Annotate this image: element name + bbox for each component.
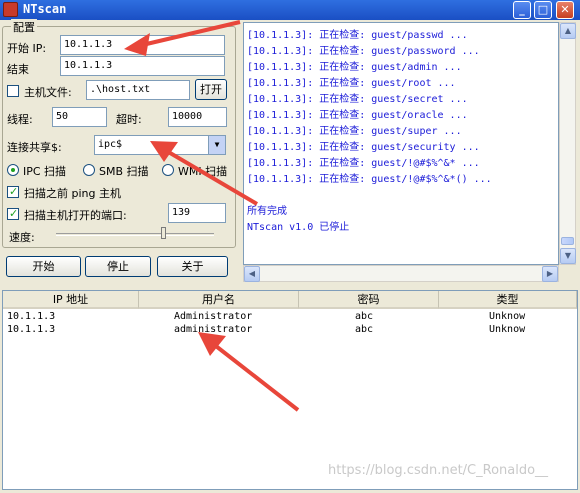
chevron-down-icon[interactable]: ▼ [208, 136, 225, 154]
start-button[interactable]: 开始 [6, 256, 81, 277]
port-input[interactable]: 139 [168, 203, 226, 223]
row-username: Administrator [174, 311, 253, 322]
scroll-down-icon[interactable]: ▼ [560, 248, 576, 264]
speed-slider-track[interactable] [56, 233, 214, 236]
speed-slider-thumb[interactable] [161, 227, 166, 239]
smb-scan-radio[interactable] [83, 164, 95, 176]
share-select-value: ipc$ [98, 139, 123, 150]
log-line: 所有完成 [247, 206, 287, 217]
ipc-scan-radio[interactable] [7, 164, 19, 176]
share-label: 连接共享$: [7, 141, 62, 154]
config-group-title: 配置 [11, 19, 37, 35]
smb-scan-label: SMB 扫描 [99, 165, 149, 178]
speed-label: 速度: [9, 231, 35, 244]
column-header-password[interactable]: 密码 [299, 291, 439, 309]
log-line: [10.1.1.3]: 正在检查: guest/admin ... [247, 62, 462, 73]
column-header-type[interactable]: 类型 [439, 291, 577, 309]
log-line: [10.1.1.3]: 正在检查: guest/password ... [247, 46, 480, 57]
end-ip-input[interactable]: 10.1.1.3 [60, 56, 225, 76]
log-line: [10.1.1.3]: 正在检查: guest/root ... [247, 78, 456, 89]
timeout-input[interactable]: 10000 [168, 107, 227, 127]
log-line: [10.1.1.3]: 正在检查: guest/security ... [247, 142, 480, 153]
log-line: [10.1.1.3]: 正在检查: guest/secret ... [247, 94, 468, 105]
port-scan-checkbox[interactable] [7, 207, 19, 220]
log-line: [10.1.1.3]: 正在检查: guest/!@#$%^&* ... [247, 158, 480, 169]
wmi-scan-radio[interactable] [162, 164, 174, 176]
scroll-left-icon[interactable]: ◀ [244, 266, 260, 282]
log-vscroll-thumb[interactable] [561, 237, 574, 245]
about-button[interactable]: 关于 [157, 256, 228, 277]
stop-button[interactable]: 停止 [85, 256, 151, 277]
results-table[interactable]: IP 地址 用户名 密码 类型 10.1.1.3 Administrator a… [2, 290, 578, 490]
close-button[interactable]: ✕ [556, 1, 574, 19]
host-file-checkbox[interactable] [7, 85, 19, 97]
log-line: [10.1.1.3]: 正在检查: guest/passwd ... [247, 30, 468, 41]
start-ip-input[interactable]: 10.1.1.3 [60, 35, 225, 55]
row-ip: 10.1.1.3 [7, 311, 56, 322]
maximize-button[interactable]: □ [534, 1, 552, 19]
open-file-button[interactable]: 打开 [195, 79, 227, 100]
end-ip-label: 结束 [7, 63, 29, 76]
title-bar[interactable]: NTscan _ □ ✕ [0, 0, 580, 20]
log-line: [10.1.1.3]: 正在检查: guest/super ... [247, 126, 462, 137]
row-type: Unknow [489, 324, 526, 335]
column-header-ip[interactable]: IP 地址 [3, 291, 139, 309]
scroll-right-icon[interactable]: ▶ [542, 266, 558, 282]
window-title: NTscan [23, 2, 67, 16]
wmi-scan-label: WMI 扫描 [178, 165, 228, 178]
start-ip-label: 开始 IP: [7, 42, 47, 55]
log-output[interactable]: [10.1.1.3]: 正在检查: guest/passwd ... [10.1… [243, 22, 559, 265]
ping-label: 扫描之前 ping 主机 [24, 187, 121, 200]
row-password: abc [355, 324, 374, 335]
threads-label: 线程: [7, 113, 33, 126]
ping-checkbox[interactable] [7, 185, 19, 198]
minimize-button[interactable]: _ [513, 1, 531, 19]
timeout-label: 超时: [116, 113, 142, 126]
host-file-input[interactable]: .\host.txt [86, 80, 190, 100]
log-line: [10.1.1.3]: 正在检查: guest/oracle ... [247, 110, 468, 121]
log-line: NTscan v1.0 已停止 [247, 222, 350, 233]
row-password: abc [355, 311, 374, 322]
column-header-username[interactable]: 用户名 [139, 291, 299, 309]
share-select[interactable]: ipc$ ▼ [94, 135, 226, 155]
row-ip: 10.1.1.3 [7, 324, 56, 335]
log-horizontal-scrollbar[interactable]: ◀ ▶ [243, 265, 559, 282]
log-vertical-scrollbar[interactable]: ▲ ▼ [559, 22, 576, 265]
port-scan-label: 扫描主机打开的端口: [24, 209, 127, 222]
log-line: [10.1.1.3]: 正在检查: guest/!@#$%^&*() ... [247, 174, 492, 185]
ipc-scan-label: IPC 扫描 [23, 165, 67, 178]
threads-input[interactable]: 50 [52, 107, 107, 127]
scroll-up-icon[interactable]: ▲ [560, 23, 576, 39]
host-file-label: 主机文件: [24, 86, 72, 99]
watermark: https://blog.csdn.net/C_Ronaldo__ [328, 463, 549, 478]
row-type: Unknow [489, 311, 526, 322]
row-username: administrator [174, 324, 253, 335]
app-icon [3, 2, 18, 17]
